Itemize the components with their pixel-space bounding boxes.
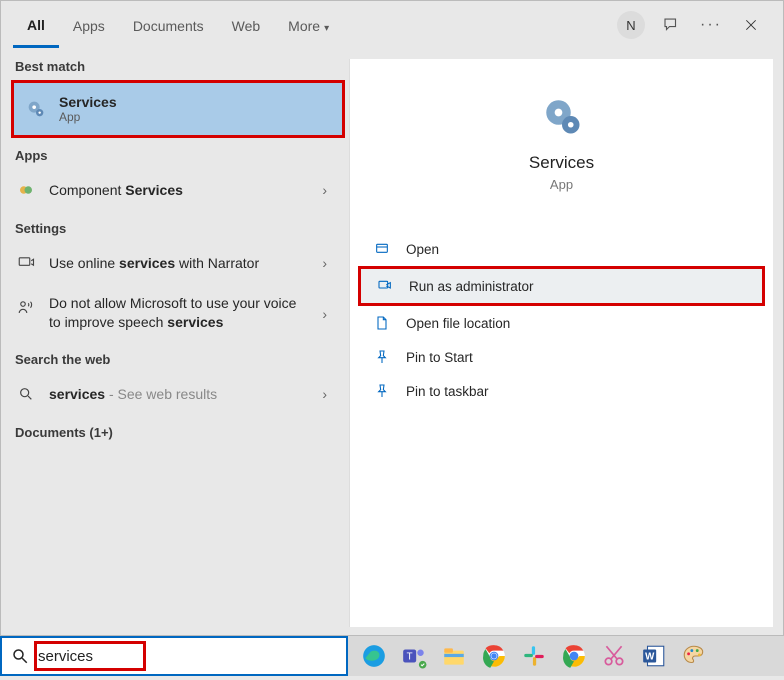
taskbar-search-box[interactable]	[0, 636, 348, 676]
tab-more-label: More	[288, 18, 320, 34]
tab-more[interactable]: More ▾	[274, 4, 343, 46]
section-apps: Apps	[1, 138, 349, 169]
annotation-highlight-run-admin: Run as administrator	[358, 266, 765, 306]
tab-documents[interactable]: Documents	[119, 4, 218, 46]
more-options-icon[interactable]: ···	[691, 5, 731, 45]
preview-column: Services App Open Run as administrator O…	[349, 59, 773, 627]
pin-icon	[372, 349, 392, 365]
search-icon	[2, 647, 38, 665]
action-label: Open	[406, 242, 439, 257]
action-label: Pin to taskbar	[406, 384, 489, 399]
result-label: Use online services with Narrator	[49, 255, 259, 271]
taskbar-slack-icon[interactable]	[518, 640, 550, 672]
pin-icon	[372, 383, 392, 399]
close-icon[interactable]	[731, 5, 771, 45]
taskbar-chrome-canary-icon[interactable]	[558, 640, 590, 672]
chevron-right-icon: ›	[322, 182, 327, 198]
results-column: Best match Services App Apps	[1, 49, 349, 637]
action-pin-taskbar[interactable]: Pin to taskbar	[350, 374, 773, 408]
action-open[interactable]: Open	[350, 232, 773, 266]
action-run-as-admin[interactable]: Run as administrator	[361, 269, 762, 303]
user-avatar[interactable]: N	[611, 5, 651, 45]
annotation-highlight-best	[11, 80, 345, 138]
chevron-right-icon: ›	[322, 386, 327, 402]
action-label: Run as administrator	[409, 279, 534, 294]
tab-all[interactable]: All	[13, 3, 59, 48]
result-speech-services[interactable]: Do not allow Microsoft to use your voice…	[1, 284, 349, 342]
svg-text:T: T	[407, 651, 413, 662]
action-pin-start[interactable]: Pin to Start	[350, 340, 773, 374]
preview-subtitle: App	[350, 177, 773, 192]
action-open-location[interactable]: Open file location	[350, 306, 773, 340]
monitor-icon	[15, 252, 37, 274]
search-icon	[15, 383, 37, 405]
result-label: Component Services	[49, 182, 183, 198]
open-icon	[372, 241, 392, 257]
result-narrator-services[interactable]: Use online services with Narrator ›	[1, 242, 349, 284]
search-scope-tabs: All Apps Documents Web More ▾ N ···	[1, 1, 783, 49]
svg-text:W: W	[645, 651, 655, 662]
component-services-icon	[15, 179, 37, 201]
result-component-services[interactable]: Component Services ›	[1, 169, 349, 211]
search-input[interactable]	[38, 638, 346, 674]
taskbar-paint-icon[interactable]	[678, 640, 710, 672]
result-label: Do not allow Microsoft to use your voice…	[49, 294, 309, 332]
tab-apps[interactable]: Apps	[59, 4, 119, 46]
section-web: Search the web	[1, 342, 349, 373]
result-label: services - See web results	[49, 386, 217, 402]
taskbar-explorer-icon[interactable]	[438, 640, 470, 672]
chevron-right-icon: ›	[322, 306, 327, 322]
taskbar-word-icon[interactable]: W	[638, 640, 670, 672]
action-label: Pin to Start	[406, 350, 473, 365]
feedback-icon[interactable]	[651, 5, 691, 45]
section-settings: Settings	[1, 211, 349, 242]
result-web-services[interactable]: services - See web results ›	[1, 373, 349, 415]
taskbar-teams-icon[interactable]: T	[398, 640, 430, 672]
action-label: Open file location	[406, 316, 510, 331]
taskbar-chrome-icon[interactable]	[478, 640, 510, 672]
section-documents: Documents (1+)	[1, 415, 349, 446]
windows-search-panel: All Apps Documents Web More ▾ N ··· Best …	[0, 0, 784, 636]
services-app-icon-large	[541, 95, 583, 137]
tab-web[interactable]: Web	[218, 4, 275, 46]
section-best-match: Best match	[1, 49, 349, 80]
avatar-initial: N	[626, 18, 635, 33]
folder-icon	[372, 315, 392, 331]
chevron-right-icon: ›	[322, 255, 327, 271]
preview-title: Services	[350, 153, 773, 173]
taskbar-edge-icon[interactable]	[358, 640, 390, 672]
chevron-down-icon: ▾	[324, 23, 329, 34]
person-speech-icon	[15, 296, 37, 318]
shield-admin-icon	[375, 278, 395, 294]
taskbar: T W	[348, 636, 784, 676]
taskbar-snip-icon[interactable]	[598, 640, 630, 672]
